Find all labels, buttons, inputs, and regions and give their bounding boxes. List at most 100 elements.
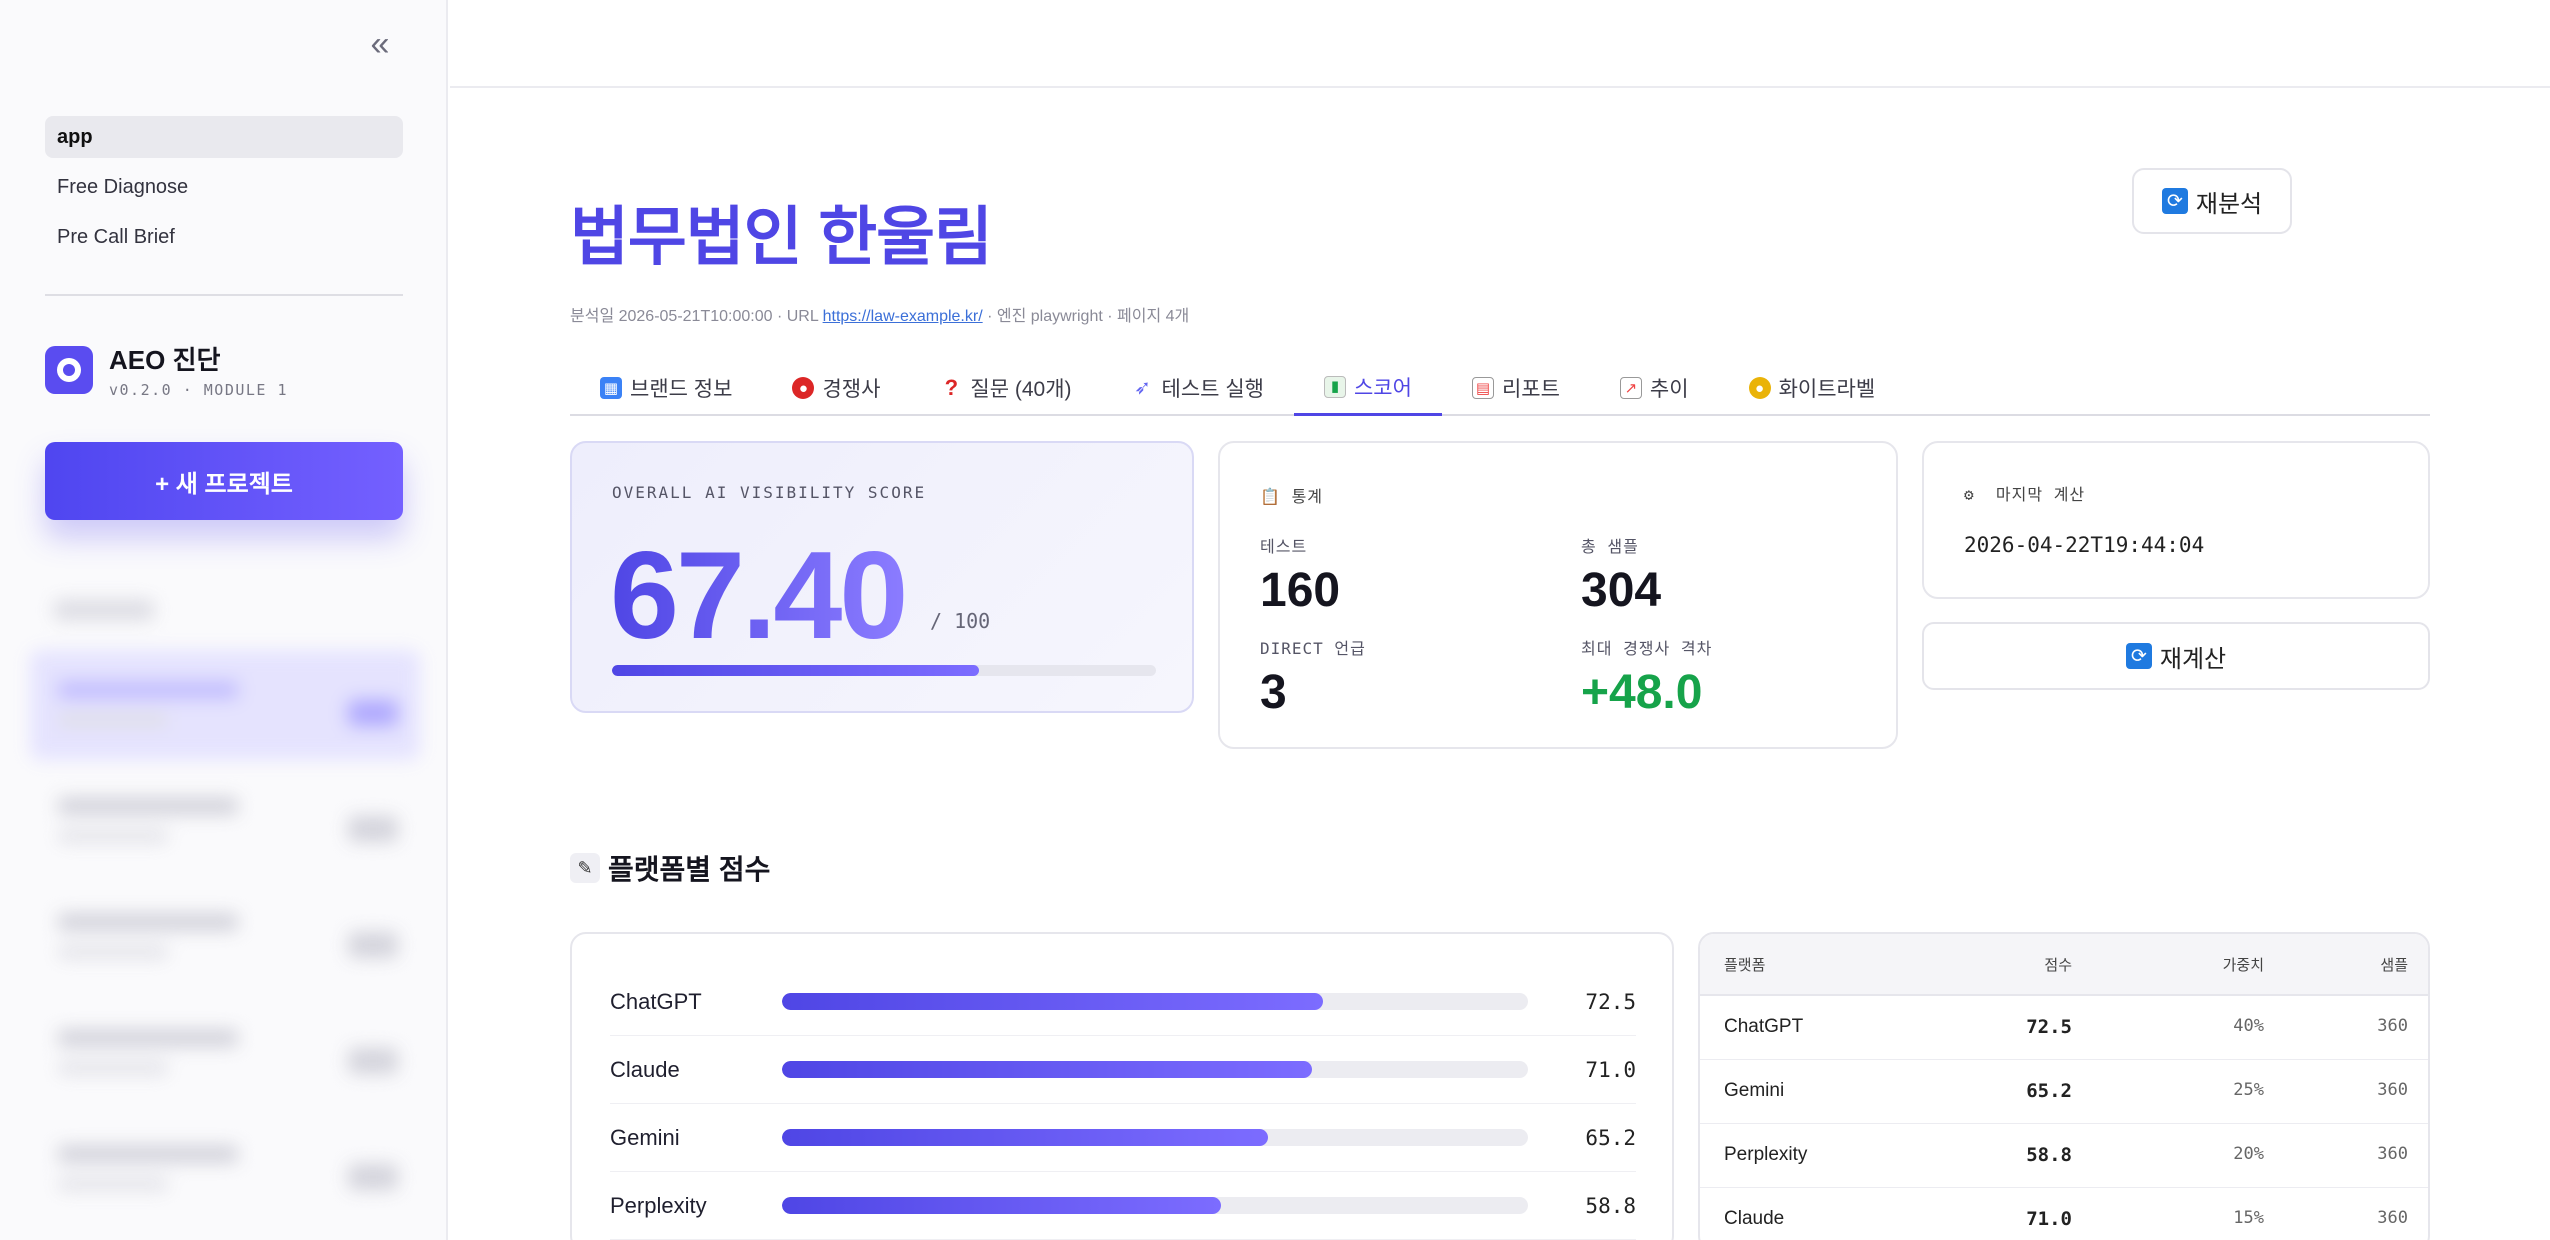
brand-title: AEO 진단 <box>109 345 221 375</box>
overall-score-value: 67.40 <box>610 527 908 665</box>
tab-score[interactable]: ▮ 스코어 <box>1293 360 1442 416</box>
recalculate-button[interactable]: ⟳ 재계산 <box>1922 622 2430 690</box>
platform-bar-track <box>782 993 1528 1010</box>
sidebar: « app Free Diagnose Pre Call Brief AEO 진… <box>0 0 448 1240</box>
stat-value: 160 <box>1260 564 1341 617</box>
platform-bar-fill <box>782 993 1323 1010</box>
meta-prefix: 분석일 2026-05-21T10:00:00 · URL <box>570 308 823 325</box>
table-cell: 360 <box>2377 1144 2408 1164</box>
stats-header: 📋 통계 <box>1260 483 1323 507</box>
nav-item-free-diagnose[interactable]: Free Diagnose <box>45 166 403 208</box>
platform-bar-row: Gemini 65.2 <box>610 1104 1636 1172</box>
question-icon: ? <box>944 375 959 400</box>
platform-bar-fill <box>782 1197 1221 1214</box>
brand-version: v0.2.0 · MODULE 1 <box>109 381 289 399</box>
nav-item-pre-call-brief[interactable]: Pre Call Brief <box>45 216 403 258</box>
table-cell: 20% <box>2233 1144 2264 1164</box>
list-item[interactable] <box>30 882 420 992</box>
tab-trend[interactable]: ↗ 추이 <box>1590 360 1719 416</box>
tab-label: 질문 (40개) <box>970 378 1072 401</box>
overall-score-max: / 100 <box>930 609 991 633</box>
table-cell: 360 <box>2377 1016 2408 1036</box>
platform-bar-track <box>782 1129 1528 1146</box>
column-header: 가중치 <box>2222 957 2264 974</box>
platform-bar-fill <box>782 1061 1312 1078</box>
list-item[interactable] <box>30 766 420 876</box>
stat-label: 총 샘플 <box>1581 537 1639 556</box>
platform-bars-card: ChatGPT 72.5 Claude 71.0 Gemini 65.2 Per… <box>570 932 1674 1240</box>
platform-section-title: ✎ 플랫폼별 점수 <box>570 848 770 888</box>
tab-competitors[interactable]: ● 경쟁사 <box>762 360 910 416</box>
last-calc-header: ⚙ 마지막 계산 <box>1964 481 2085 505</box>
table-cell: 72.5 <box>2026 1016 2072 1038</box>
platform-score: 72.5 <box>1585 989 1636 1014</box>
platform-table: 플랫폼 점수 가중치 샘플 ChatGPT 72.5 40% 360 Gemin… <box>1698 932 2430 1240</box>
telescope-icon: ✎ <box>570 853 600 883</box>
analysis-meta: 분석일 2026-05-21T10:00:00 · URL https://la… <box>570 302 1189 326</box>
document-icon: ▤ <box>1471 377 1494 399</box>
sidebar-divider <box>45 294 403 296</box>
table-row: Gemini 65.2 25% 360 <box>1700 1060 2428 1124</box>
list-item[interactable] <box>30 650 420 760</box>
collapse-sidebar-icon[interactable]: « <box>362 25 398 63</box>
reanalyze-label: 재분석 <box>2195 190 2263 218</box>
brand-logo-icon <box>45 345 93 394</box>
stat-direct-mentions: DIRECT 언급 3 <box>1260 635 1366 720</box>
table-cell: 15% <box>2233 1208 2264 1228</box>
nav-item-label: app <box>57 125 93 148</box>
stat-value: 304 <box>1581 564 1662 617</box>
reanalyze-button[interactable]: ⟳ 재분석 <box>2132 168 2292 234</box>
last-calc-title: 마지막 계산 <box>1995 485 2086 504</box>
table-cell: 71.0 <box>2026 1208 2072 1230</box>
platform-score: 58.8 <box>1585 1193 1636 1218</box>
platform-score: 71.0 <box>1585 1057 1636 1082</box>
nav-item-label: Pre Call Brief <box>57 225 175 248</box>
tab-brand-info[interactable]: ▦ 브랜드 정보 <box>570 360 762 416</box>
boxing-glove-icon: ● <box>792 377 815 399</box>
table-cell: Perplexity <box>1724 1144 1808 1165</box>
clipboard-icon: 📋 <box>1260 487 1281 506</box>
overall-score-label: OVERALL AI VISIBILITY SCORE <box>612 483 927 502</box>
last-calculation-card: ⚙ 마지막 계산 2026-04-22T19:44:04 <box>1922 441 2430 599</box>
tab-test-run[interactable]: ➶ 테스트 실행 <box>1102 360 1294 416</box>
score-progress-fill <box>612 665 979 676</box>
site-url-link[interactable]: https://law-example.kr/ <box>823 308 983 325</box>
stat-tests: 테스트 160 <box>1260 533 1340 618</box>
refresh-icon: ⟳ <box>2125 643 2152 669</box>
stat-total-samples: 총 샘플 304 <box>1581 533 1661 618</box>
tab-label: 화이트라벨 <box>1778 378 1876 401</box>
tab-questions[interactable]: ? 질문 (40개) <box>910 360 1101 416</box>
overall-score-card: OVERALL AI VISIBILITY SCORE 67.40 / 100 <box>570 441 1194 713</box>
line-chart-icon: ↗ <box>1619 377 1642 399</box>
tab-whitelabel[interactable]: ● 화이트라벨 <box>1719 360 1906 416</box>
stats-title: 통계 <box>1291 487 1324 506</box>
stat-label: DIRECT 언급 <box>1260 639 1366 658</box>
new-project-button[interactable]: + 새 프로젝트 <box>45 442 403 520</box>
score-progress-bar <box>612 665 1156 676</box>
brand: AEO 진단 v0.2.0 · MODULE 1 <box>45 340 288 399</box>
column-header: 샘플 <box>2380 957 2408 974</box>
nav-item-label: Free Diagnose <box>57 175 189 198</box>
platform-name: Perplexity <box>610 1192 707 1218</box>
platform-bar-row: ChatGPT 72.5 <box>610 968 1636 1036</box>
tab-label: 추이 <box>1649 378 1689 401</box>
list-item[interactable] <box>30 1114 420 1224</box>
tab-label: 리포트 <box>1501 378 1560 401</box>
stat-label: 최대 경쟁사 격차 <box>1581 639 1713 658</box>
table-row: ChatGPT 72.5 40% 360 <box>1700 996 2428 1060</box>
nav-item-app[interactable]: app <box>45 116 403 158</box>
tab-bar: ▦ 브랜드 정보 ● 경쟁사 ? 질문 (40개) ➶ 테스트 실행 ▮ 스코어 ▤ 리포트… <box>570 360 2430 416</box>
rocket-icon: ➶ <box>1134 377 1151 399</box>
last-calc-timestamp: 2026-04-22T19:44:04 <box>1964 533 2205 557</box>
platform-name: ChatGPT <box>610 988 702 1014</box>
platform-bar-row: Claude 71.0 <box>610 1036 1636 1104</box>
page-title: 법무법인 한울림 <box>570 201 993 273</box>
table-cell: Claude <box>1724 1208 1785 1229</box>
meta-suffix: · 엔진 playwright · 페이지 4개 <box>982 308 1190 325</box>
tab-report[interactable]: ▤ 리포트 <box>1442 360 1590 416</box>
platform-bar-row: Perplexity 58.8 <box>610 1172 1636 1240</box>
list-item[interactable] <box>30 998 420 1108</box>
tab-label: 경쟁사 <box>822 378 881 401</box>
table-cell: ChatGPT <box>1724 1016 1804 1037</box>
table-cell: 40% <box>2233 1016 2264 1036</box>
